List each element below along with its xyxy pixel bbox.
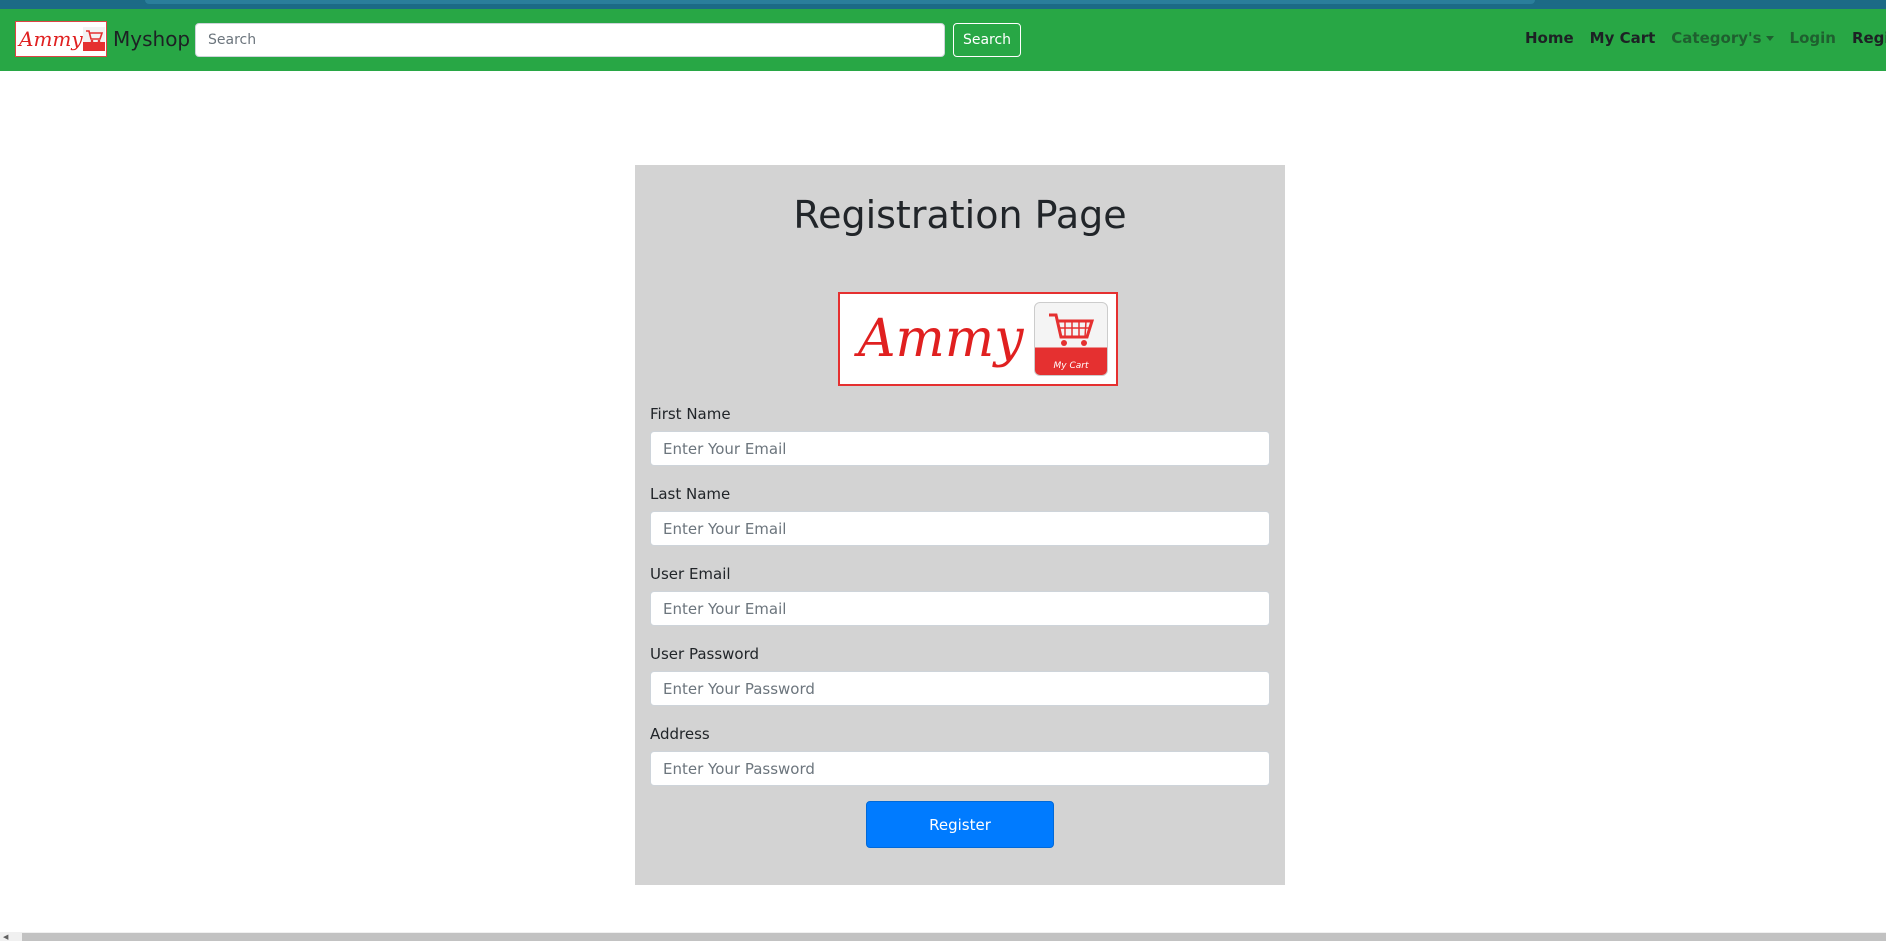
hero-logo-text: Ammy	[858, 309, 1024, 369]
nav-my-cart[interactable]: My Cart	[1590, 29, 1656, 47]
shopping-cart-icon: My Cart	[1034, 302, 1108, 376]
nav-category-dropdown[interactable]: Category's	[1671, 29, 1774, 47]
first-name-field[interactable]	[650, 431, 1270, 466]
user-email-field[interactable]	[650, 591, 1270, 626]
scroll-left-icon[interactable]: ◀	[3, 933, 8, 941]
user-password-field[interactable]	[650, 671, 1270, 706]
nav-category-label: Category's	[1671, 29, 1762, 47]
register-button[interactable]: Register	[866, 801, 1054, 848]
first-name-label: First Name	[650, 405, 731, 423]
scrollbar-thumb[interactable]	[22, 933, 1886, 941]
last-name-field[interactable]	[650, 511, 1270, 546]
nav-home[interactable]: Home	[1525, 29, 1574, 47]
caret-down-icon	[1765, 36, 1774, 41]
horizontal-scrollbar[interactable]: ◀	[0, 932, 1886, 941]
address-field[interactable]	[650, 751, 1270, 786]
user-password-label: User Password	[650, 645, 760, 663]
hero-logo-caption: My Cart	[1053, 361, 1089, 371]
registration-card: Registration Page Ammy My Cart First Nam…	[635, 165, 1285, 885]
cart-logo-icon	[82, 27, 105, 51]
brand[interactable]: Ammy Myshop	[15, 21, 190, 57]
browser-top-strip	[0, 0, 1886, 9]
browser-tab-strip	[145, 0, 1535, 4]
address-label: Address	[650, 725, 710, 743]
nav-registration[interactable]: Registration	[1852, 29, 1886, 47]
hero-logo: Ammy My Cart	[838, 292, 1118, 386]
nav-links: Home My Cart Category's Login Registrati…	[1525, 29, 1886, 47]
page-title: Registration Page	[793, 193, 1127, 237]
search-button[interactable]: Search	[953, 23, 1021, 57]
brand-logo[interactable]: Ammy	[15, 21, 107, 57]
brand-logo-text: Ammy	[19, 27, 83, 51]
search-input[interactable]	[195, 23, 945, 57]
brand-name[interactable]: Myshop	[113, 27, 190, 51]
nav-login[interactable]: Login	[1790, 29, 1836, 47]
navbar: Ammy Myshop Search Home My Cart Category…	[0, 9, 1886, 71]
last-name-label: Last Name	[650, 485, 731, 503]
user-email-label: User Email	[650, 565, 731, 583]
